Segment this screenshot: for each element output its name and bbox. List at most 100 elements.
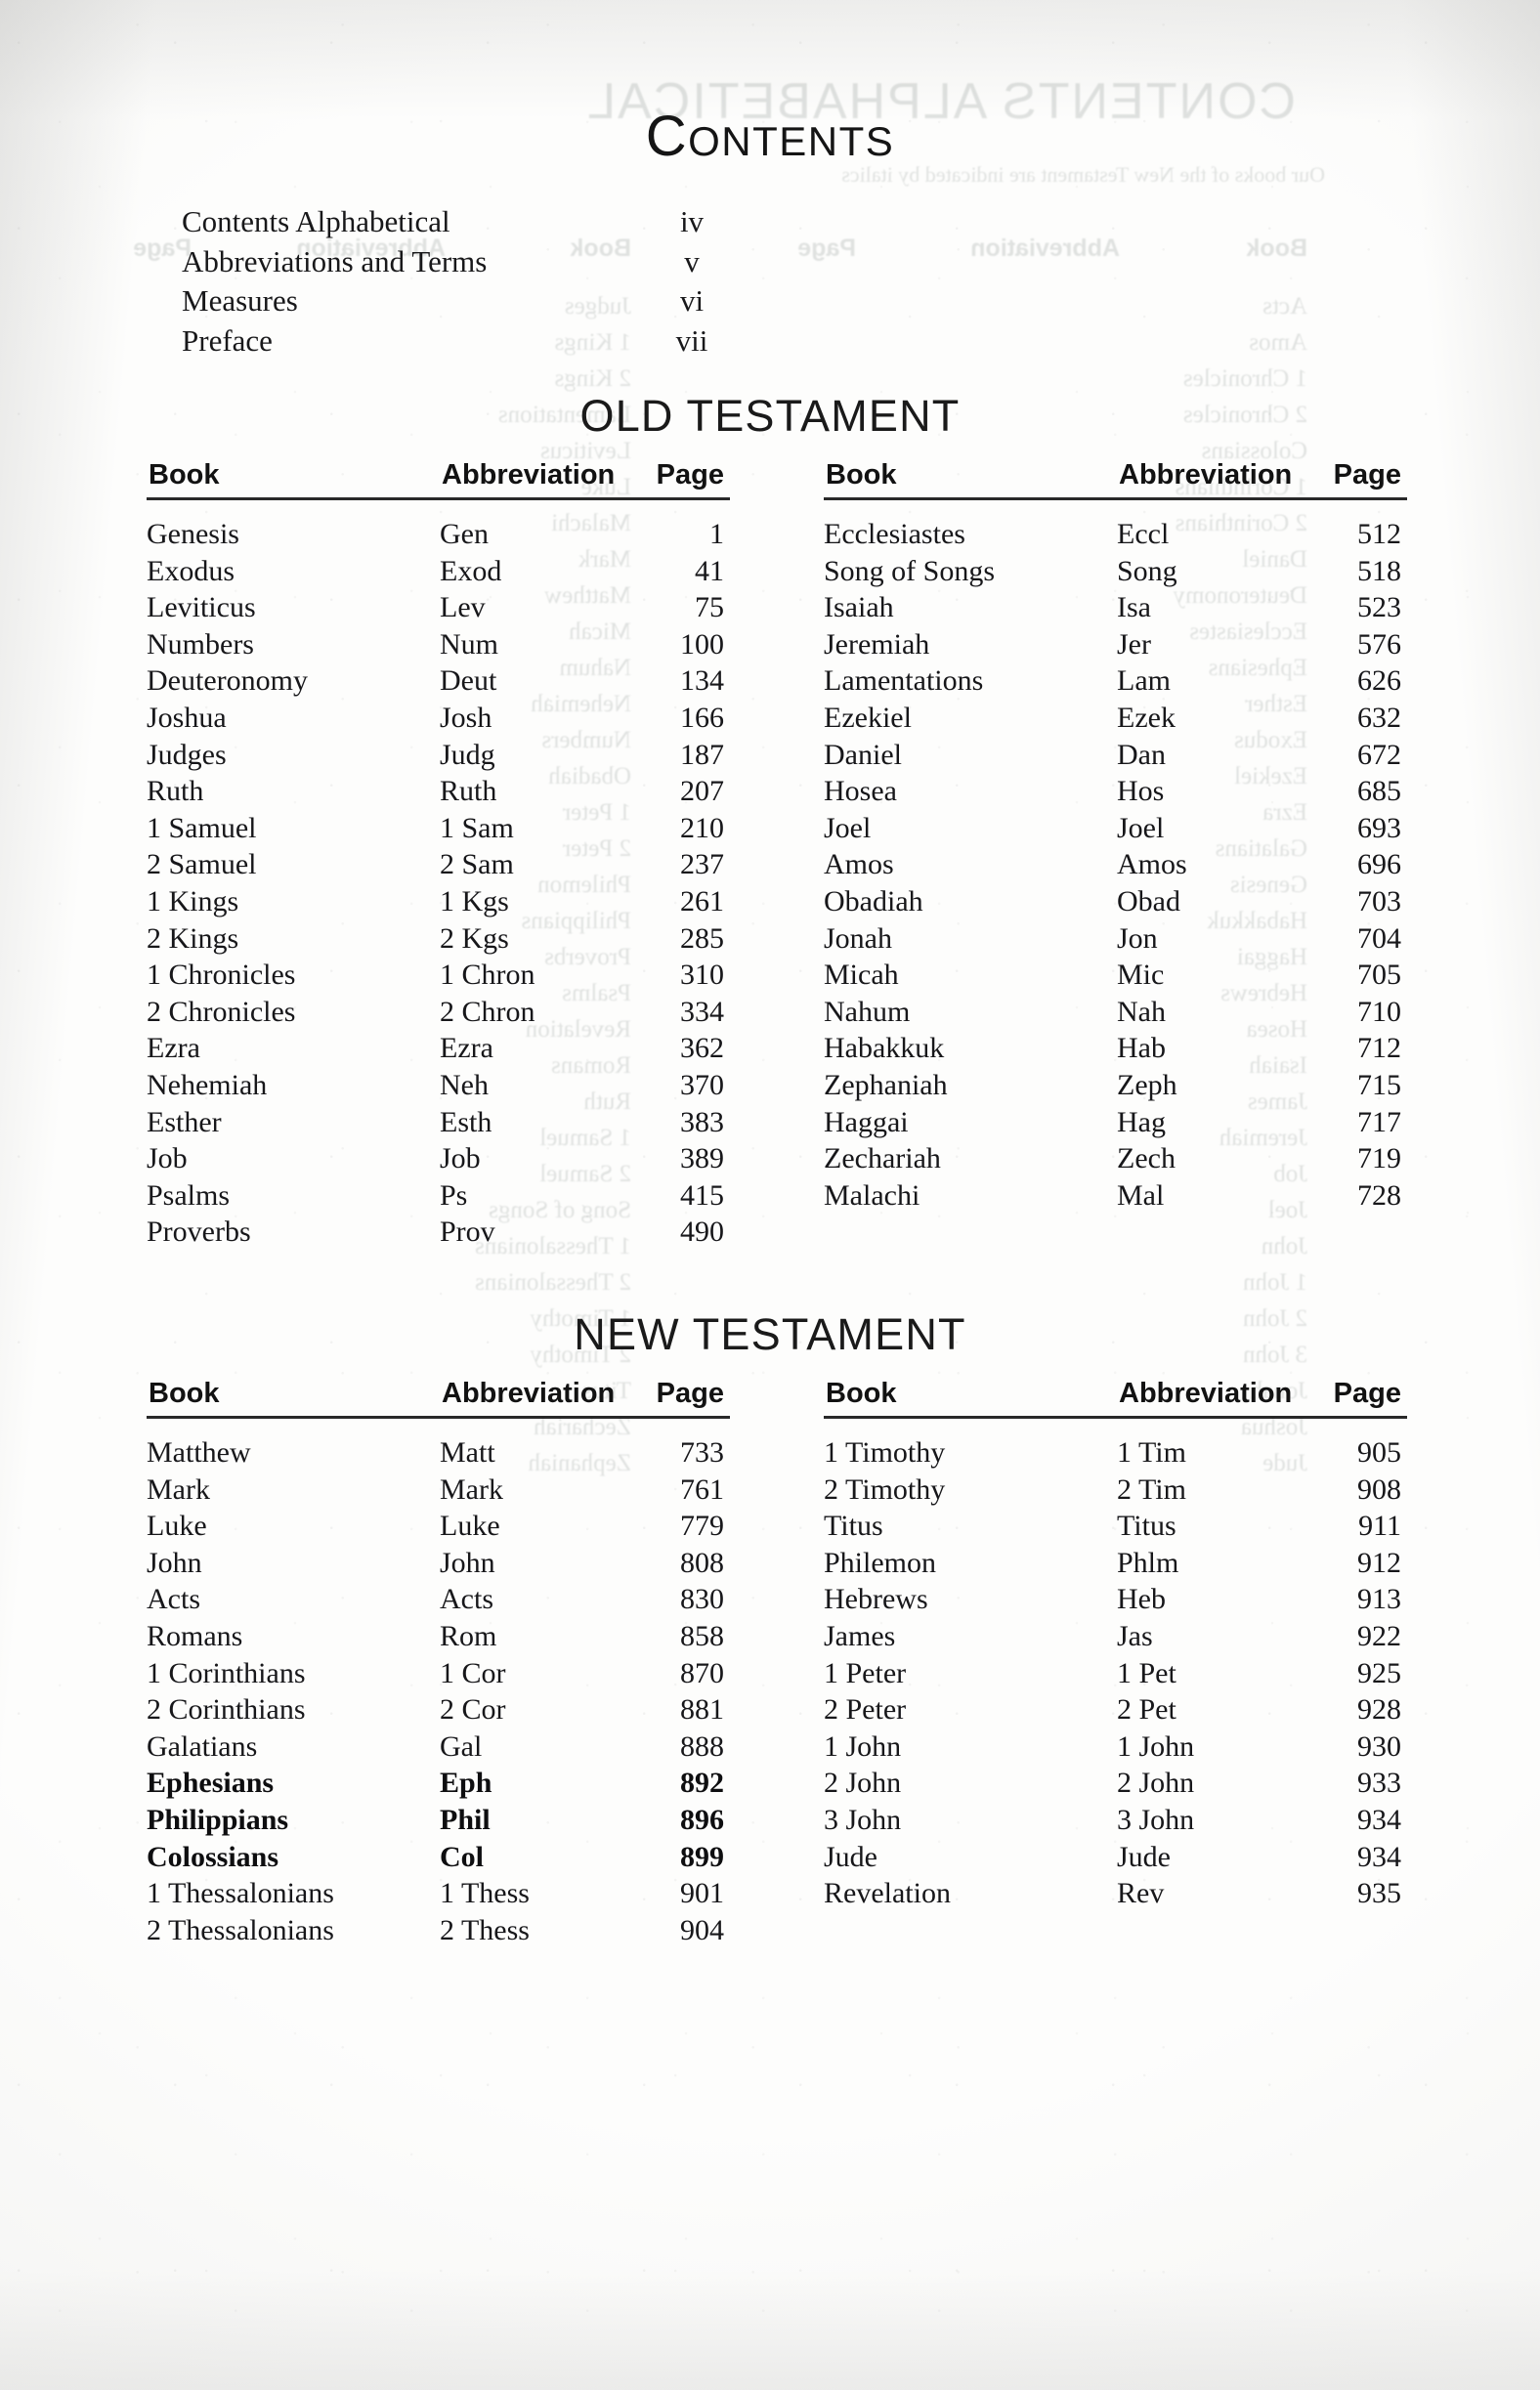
cell-book: 2 Thessalonians: [147, 1913, 334, 1946]
table-body: Genesis Gen 1 Exodus Exod 41 Leviticus Lev 75 Num…: [147, 516, 730, 1251]
cell-abbreviation: Amos: [1117, 848, 1187, 881]
table-row: Matthew Matt 733: [147, 1434, 730, 1472]
table-row: Joel Joel 693: [824, 810, 1407, 847]
cell-book: Numbers: [147, 627, 254, 661]
column-header-page: Page: [656, 1378, 724, 1409]
front-matter-row: Abbreviations and Terms v: [182, 242, 739, 282]
cell-abbreviation: Nah: [1117, 995, 1166, 1028]
table-row: Obadiah Obad 703: [824, 883, 1407, 920]
cell-abbreviation: Zech: [1117, 1142, 1176, 1175]
cell-page: 626: [1357, 664, 1401, 698]
cell-abbreviation: 1 Sam: [440, 811, 514, 844]
table-row: Malachi Mal 728: [824, 1177, 1407, 1215]
table-row: 1 Chronicles 1 Chron 310: [147, 957, 730, 994]
table-row: 2 John 2 John 933: [824, 1765, 1407, 1802]
cell-book: 1 Peter: [824, 1656, 907, 1689]
cell-page: 704: [1357, 921, 1401, 955]
table-row: Ezekiel Ezek 632: [824, 700, 1407, 737]
cell-abbreviation: 1 Cor: [440, 1656, 506, 1689]
table-row: 1 Samuel 1 Sam 210: [147, 810, 730, 847]
cell-page: 933: [1357, 1767, 1401, 1800]
cell-book: Luke: [147, 1510, 207, 1543]
table-row: Psalms Ps 415: [147, 1177, 730, 1215]
cell-page: 703: [1357, 884, 1401, 918]
cell-page: 922: [1357, 1619, 1401, 1652]
table-row: Daniel Dan 672: [824, 737, 1407, 774]
cell-page: 901: [680, 1877, 724, 1910]
cell-abbreviation: Neh: [440, 1068, 489, 1101]
bleed-heading-page: Page: [797, 235, 856, 262]
cell-abbreviation: Hag: [1117, 1105, 1166, 1138]
table-row: Romans Rom 858: [147, 1618, 730, 1655]
cell-page: 892: [680, 1767, 724, 1800]
cell-page: 166: [680, 701, 724, 734]
table-row: Galatians Gal 888: [147, 1728, 730, 1766]
cell-book: Titus: [824, 1510, 883, 1543]
table-row: Lamentations Lam 626: [824, 662, 1407, 700]
cell-page: 808: [680, 1546, 724, 1579]
new-testament-table-right: Book Abbreviation Page 1 Timothy 1 Tim 905…: [824, 1378, 1407, 1912]
cell-book: Hebrews: [824, 1583, 928, 1616]
cell-book: Revelation: [824, 1877, 951, 1910]
cell-book: Genesis: [147, 518, 239, 550]
table-row: James Jas 922: [824, 1618, 1407, 1655]
table-row: Judges Judg 187: [147, 737, 730, 774]
table-body: Matthew Matt 733 Mark Mark 761 Luke Luke 779 John…: [147, 1434, 730, 1948]
cell-page: 896: [680, 1803, 724, 1836]
cell-page: 693: [1357, 811, 1401, 844]
table-header-row: Book Abbreviation Page: [147, 459, 730, 497]
cell-book: Ecclesiastes: [824, 518, 965, 550]
cell-abbreviation: Song: [1117, 554, 1177, 587]
cell-book: Zechariah: [824, 1142, 941, 1175]
cell-abbreviation: Jude: [1117, 1840, 1171, 1873]
page-title: CONTENTS: [0, 104, 1540, 169]
cell-abbreviation: 1 Kgs: [440, 884, 509, 918]
cell-page: 75: [695, 591, 724, 624]
page-title-initial: C: [645, 105, 689, 168]
cell-abbreviation: Rom: [440, 1619, 497, 1652]
cell-book: 3 John: [824, 1803, 902, 1836]
cell-book: Acts: [147, 1583, 200, 1616]
table-row: Zechariah Zech 719: [824, 1140, 1407, 1177]
table-row: Song of Songs Song 518: [824, 553, 1407, 590]
cell-abbreviation: 3 John: [1117, 1803, 1195, 1836]
cell-abbreviation: Isa: [1117, 591, 1151, 624]
table-row: Nehemiah Neh 370: [147, 1067, 730, 1104]
cell-page: 761: [680, 1472, 724, 1506]
cell-abbreviation: Gal: [440, 1729, 483, 1763]
cell-abbreviation: Luke: [440, 1510, 500, 1543]
cell-abbreviation: Dan: [1117, 738, 1166, 771]
cell-abbreviation: Rev: [1117, 1877, 1165, 1910]
cell-abbreviation: 2 Pet: [1117, 1693, 1176, 1727]
cell-page: 134: [680, 664, 724, 698]
table-row: Ruth Ruth 207: [147, 773, 730, 810]
table-row: Ephesians Eph 892: [147, 1765, 730, 1802]
cell-page: 685: [1357, 775, 1401, 808]
cell-page: 237: [680, 848, 724, 881]
cell-page: 870: [680, 1656, 724, 1689]
cell-book: Ezekiel: [824, 701, 912, 734]
cell-page: 908: [1357, 1472, 1401, 1506]
front-matter-label: Contents Alphabetical: [182, 204, 450, 238]
cell-page: 925: [1357, 1656, 1401, 1689]
table-row: Zephaniah Zeph 715: [824, 1067, 1407, 1104]
cell-abbreviation: Lam: [1117, 664, 1171, 698]
cell-abbreviation: 2 John: [1117, 1767, 1195, 1800]
bleed-row: Amos: [1249, 329, 1307, 356]
cell-page: 733: [680, 1436, 724, 1469]
cell-page: 523: [1357, 591, 1401, 624]
table-row: Philemon Phlm 912: [824, 1545, 1407, 1582]
cell-abbreviation: Num: [440, 627, 498, 661]
header-rule: [824, 1416, 1407, 1419]
cell-abbreviation: Exod: [440, 554, 502, 587]
bleed-row: 2 Kings: [554, 365, 631, 392]
cell-book: Malachi: [824, 1178, 920, 1212]
table-row: Leviticus Lev 75: [147, 589, 730, 626]
front-matter-row: Measures vi: [182, 281, 739, 321]
cell-book: Micah: [824, 959, 899, 992]
column-header-book: Book: [826, 459, 897, 491]
table-row: 2 Peter 2 Pet 928: [824, 1691, 1407, 1728]
cell-page: 187: [680, 738, 724, 771]
cell-book: Habakkuk: [824, 1032, 945, 1065]
cell-book: John: [147, 1546, 202, 1579]
